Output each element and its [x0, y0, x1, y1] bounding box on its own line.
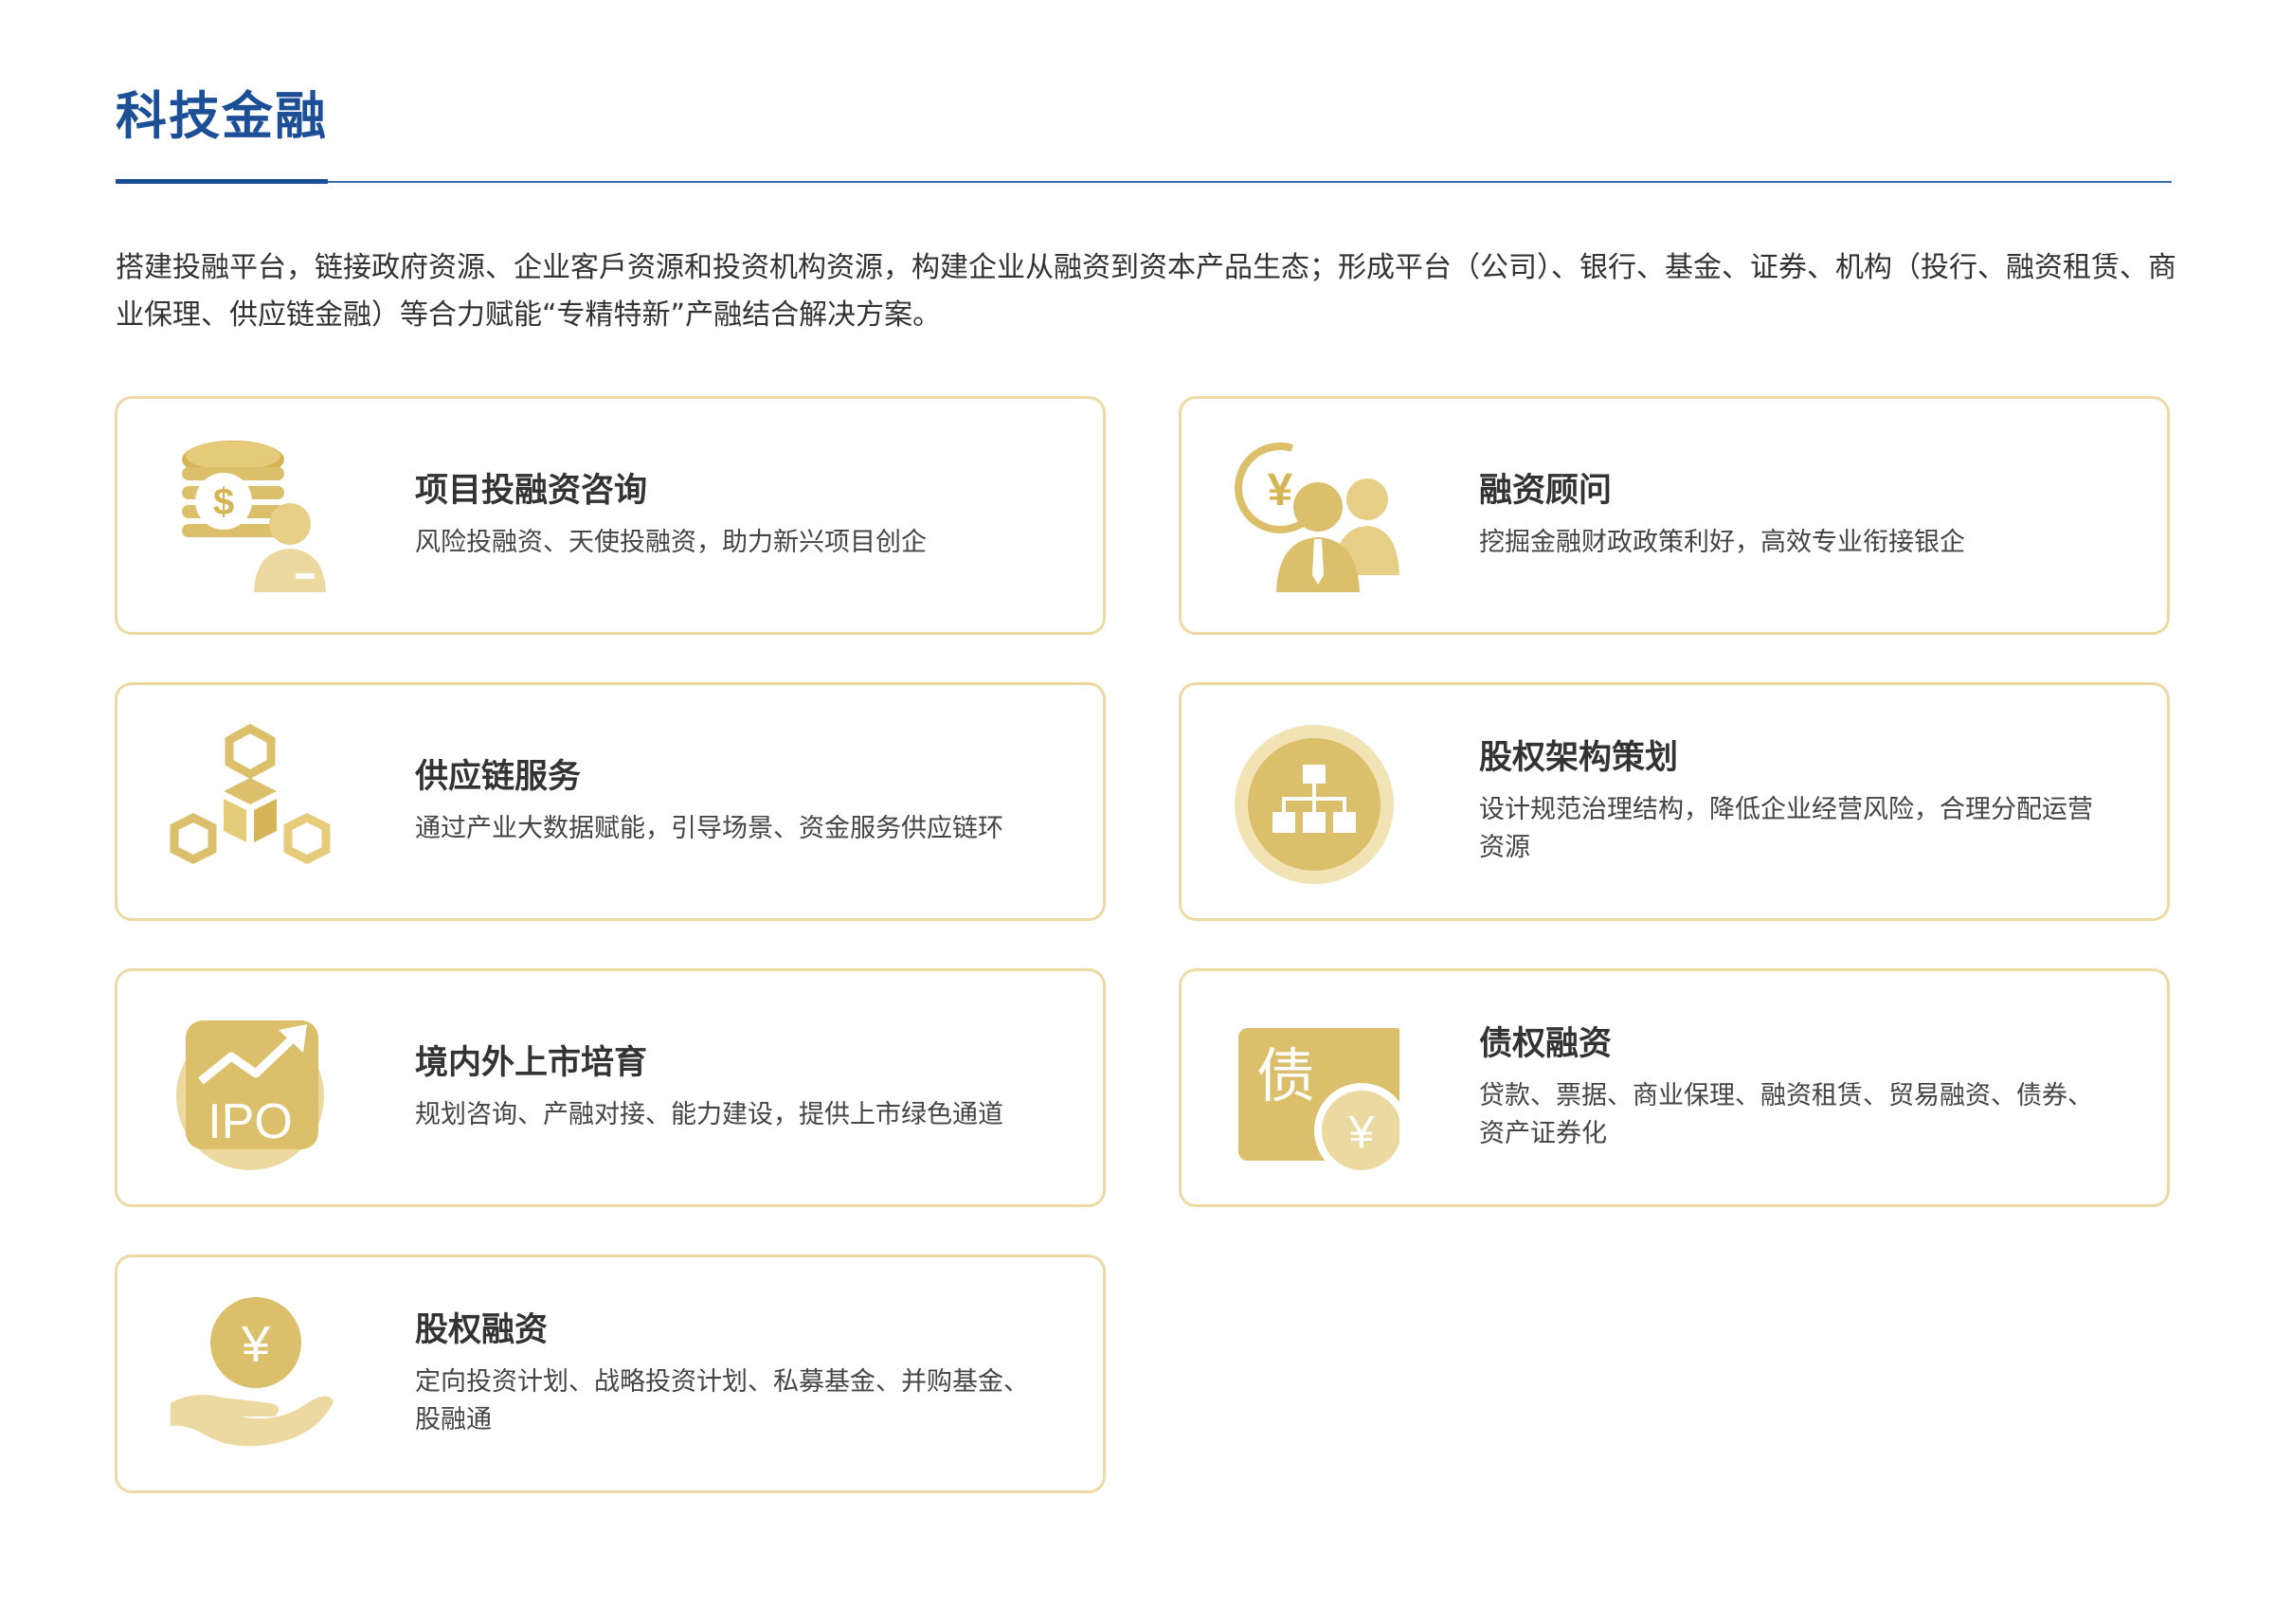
card-title: 境内外上市培育 [415, 1044, 648, 1082]
card-description: 规划咨询、产融对接、能力建设，提供上市绿色通道 [415, 1100, 1003, 1129]
title-divider-accent [116, 179, 328, 184]
ipo-growth-icon: IPO [165, 1005, 335, 1176]
card-text: 项目投融资咨询 风险投融资、天使投融资，助力新兴项目创企 [415, 399, 1046, 632]
service-card-equity-financing[interactable]: ¥ 股权融资 定向投资计划、战略投资计划、私募基金、并购基金、股融通 [115, 1254, 1106, 1493]
yuan-symbol: ¥ [241, 1316, 271, 1373]
card-title: 股权融资 [415, 1311, 549, 1349]
card-text: 股权架构策划 设计规范治理结构，降低企业经营风险，合理分配运营资源 [1479, 685, 2110, 918]
card-description: 设计规范治理结构，降低企业经营风险，合理分配运营资源 [1479, 795, 2093, 862]
coin-stack-advisor-icon: $ [165, 433, 335, 604]
intro-paragraph: 搭建投融平台，链接政府资源、企业客戶资源和投资机构资源，构建企业从融资到资本产品… [116, 251, 2176, 332]
service-card-debt-financing[interactable]: 债 ¥ 债权融资 贷款、票据、商业保理、融资租赁、贸易融资、债券、资产证券化 [1179, 968, 2170, 1207]
card-text: 供应链服务 通过产业大数据赋能，引导场景、资金服务供应链环 [415, 685, 1046, 918]
card-text: 股权融资 定向投资计划、战略投资计划、私募基金、并购基金、股融通 [415, 1257, 1046, 1490]
title-divider [116, 181, 2172, 183]
service-card-financing-advisor[interactable]: ¥ 融资顾问 挖掘金融财政政策利好，高效专业衔接银企 [1179, 396, 2170, 635]
hand-yuan-coin-icon: ¥ [165, 1291, 335, 1462]
card-description: 挖掘金融财政政策利好，高效专业衔接银企 [1479, 528, 1965, 557]
service-card-supply-chain[interactable]: 供应链服务 通过产业大数据赋能，引导场景、资金服务供应链环 [115, 682, 1106, 921]
service-card-equity-structure[interactable]: 股权架构策划 设计规范治理结构，降低企业经营风险，合理分配运营资源 [1179, 682, 2170, 921]
org-chart-icon [1229, 719, 1399, 890]
ipo-label: IPO [208, 1094, 293, 1149]
card-text: 融资顾问 挖掘金融财政政策利好，高效专业衔接银企 [1479, 399, 2110, 632]
card-description: 定向投资计划、战略投资计划、私募基金、并购基金、股融通 [415, 1367, 1029, 1435]
card-title: 供应链服务 [415, 758, 582, 796]
card-description: 贷款、票据、商业保理、融资租赁、贸易融资、债券、资产证券化 [1479, 1081, 2093, 1148]
card-title: 债权融资 [1479, 1025, 1613, 1063]
svg-text:$: $ [213, 481, 234, 523]
svg-text:¥: ¥ [1268, 465, 1293, 515]
card-title: 项目投融资咨询 [415, 472, 648, 510]
tech-finance-page: 科技金融 搭建投融平台，链接政府资源、企业客戶资源和投资机构资源，构建企业从融资… [0, 0, 2274, 1624]
card-description: 风险投融资、天使投融资，助力新兴项目创企 [415, 528, 927, 557]
card-title: 股权架构策划 [1479, 739, 1679, 777]
card-title: 融资顾问 [1479, 472, 1613, 510]
service-card-project-financing[interactable]: $ 项目投融资咨询 风险投融资、天使投融资，助力新兴项目创企 [115, 396, 1106, 635]
card-description: 通过产业大数据赋能，引导场景、资金服务供应链环 [415, 814, 1003, 843]
debt-char: 债 [1256, 1041, 1315, 1110]
yuan-symbol: ¥ [1348, 1108, 1375, 1158]
hexagon-chain-icon [165, 719, 335, 890]
card-text: 债权融资 贷款、票据、商业保理、融资租赁、贸易融资、债券、资产证券化 [1479, 971, 2110, 1204]
yuan-consultants-icon: ¥ [1229, 433, 1399, 604]
page-title: 科技金融 [116, 86, 328, 146]
service-card-ipo-cultivation[interactable]: IPO 境内外上市培育 规划咨询、产融对接、能力建设，提供上市绿色通道 [115, 968, 1106, 1207]
debt-yuan-icon: 债 ¥ [1229, 1005, 1399, 1176]
card-text: 境内外上市培育 规划咨询、产融对接、能力建设，提供上市绿色通道 [415, 971, 1046, 1204]
